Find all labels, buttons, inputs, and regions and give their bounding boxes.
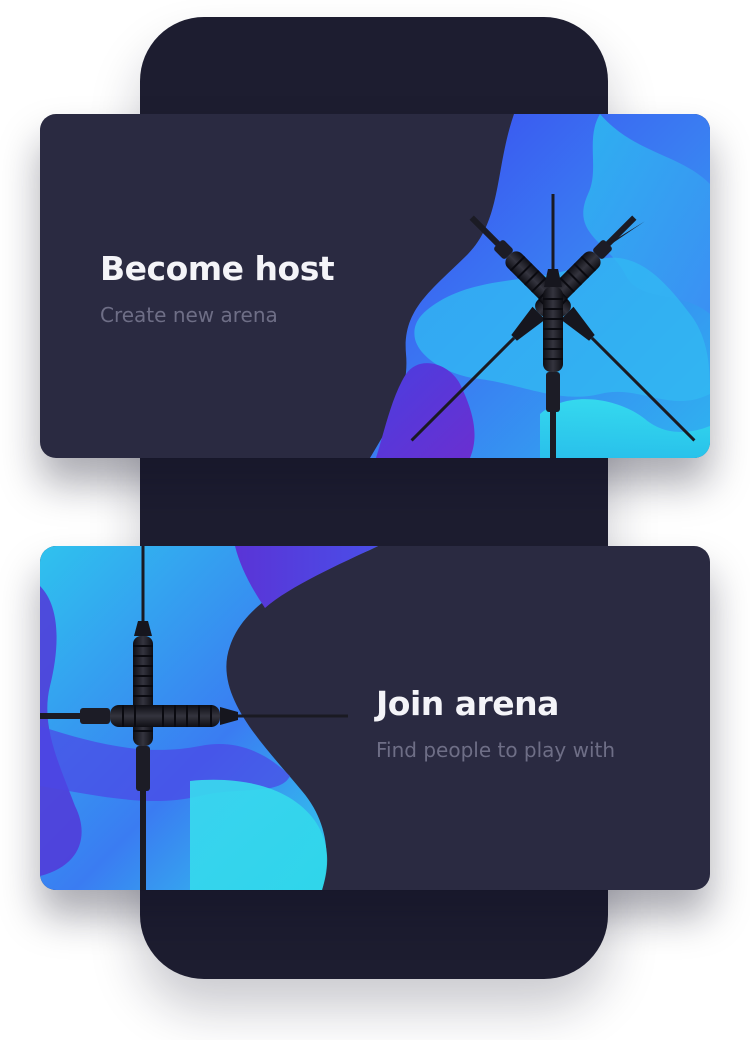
screen: Become host Create new arena Join arena … [0,0,750,1040]
become-host-title: Become host [100,249,335,288]
become-host-card[interactable]: Become host Create new arena [40,114,710,458]
join-arena-subtitle: Find people to play with [376,738,616,762]
join-card-art [40,546,378,890]
join-arena-card[interactable]: Join arena Find people to play with [40,546,710,890]
become-host-subtitle: Create new arena [100,303,278,327]
join-blob-cyan [190,779,328,890]
join-arena-title: Join arena [376,684,559,723]
